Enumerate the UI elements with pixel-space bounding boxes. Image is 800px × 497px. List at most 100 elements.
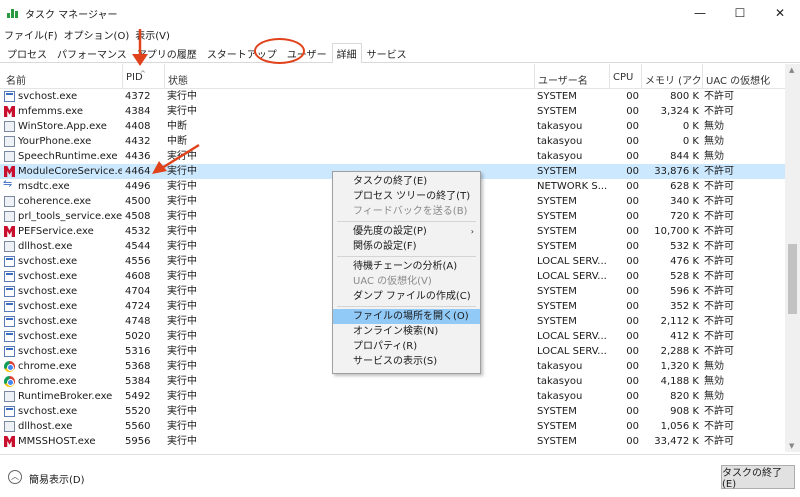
title-bar: タスク マネージャー — ☐ ✕ — [0, 0, 800, 26]
process-user: takasyou — [537, 151, 583, 162]
table-row[interactable]: dllhost.exe 5560 実行中 SYSTEM 00 1,056 K 不許可 — [0, 419, 785, 434]
process-cpu: 00 — [626, 346, 639, 357]
column-header-status[interactable]: 状態 — [164, 64, 534, 89]
mcafee-icon — [4, 436, 15, 447]
process-pid: 4532 — [125, 226, 151, 237]
process-user: SYSTEM — [537, 211, 577, 222]
process-user: takasyou — [537, 376, 583, 387]
table-row[interactable]: RuntimeBroker.exe 5492 実行中 takasyou 00 820 K 無… — [0, 389, 785, 404]
process-uac: 不許可 — [704, 256, 734, 267]
service-host-icon — [4, 271, 15, 282]
process-user: SYSTEM — [537, 301, 577, 312]
process-user: takasyou — [537, 136, 583, 147]
scroll-down-icon[interactable]: ▼ — [789, 442, 794, 450]
process-pid: 4496 — [125, 181, 151, 192]
process-cpu: 00 — [626, 271, 639, 282]
process-user: SYSTEM — [537, 166, 577, 177]
minimize-button[interactable]: — — [680, 0, 720, 26]
context-menu-label: 優先度の設定(P) — [353, 226, 427, 237]
process-memory: 820 K — [670, 391, 699, 402]
process-user: takasyou — [537, 361, 583, 372]
process-user: NETWORK S... — [537, 181, 607, 192]
process-status: 実行中 — [167, 256, 197, 267]
process-uac: 無効 — [704, 136, 724, 147]
process-cpu: 00 — [626, 256, 639, 267]
column-header-uac[interactable]: UAC の仮想化 — [702, 64, 785, 89]
process-memory: 3,324 K — [660, 106, 699, 117]
process-status: 実行中 — [167, 196, 197, 207]
table-row[interactable]: WinStore.App.exe 4408 中断 takasyou 00 0 K 無効 — [0, 119, 785, 134]
process-status: 実行中 — [167, 271, 197, 282]
application-icon — [4, 151, 15, 162]
context-menu-item[interactable]: 関係の設定(F) — [333, 239, 480, 254]
process-user: LOCAL SERV... — [537, 346, 607, 357]
table-row[interactable]: SpeechRuntime.exe4436実行中takasyou00844 K無… — [0, 149, 785, 164]
tab-services[interactable]: サービス — [362, 43, 412, 62]
context-menu-item[interactable]: サービスの表示(S) — [333, 354, 480, 369]
tab-performance[interactable]: パフォーマンス — [52, 43, 132, 62]
application-icon — [4, 136, 15, 147]
context-menu-item[interactable]: 優先度の設定(P) › — [333, 224, 480, 239]
menu-options[interactable]: オプション(O) — [64, 27, 130, 42]
column-header-name[interactable]: 名前 — [6, 72, 26, 87]
context-menu-item[interactable]: オンライン検索(N) — [333, 324, 480, 339]
annotation-arrow-down-icon — [132, 29, 148, 66]
context-menu-item[interactable]: ダンプ ファイルの作成(C) — [333, 289, 480, 304]
chevron-up-icon[interactable]: ︿ — [8, 470, 22, 484]
process-cpu: 00 — [626, 166, 639, 177]
column-header-memory[interactable]: メモリ (アクテ... — [641, 64, 702, 89]
process-memory: 340 K — [670, 196, 699, 207]
scroll-up-icon[interactable]: ▲ — [789, 66, 794, 74]
process-status: 実行中 — [167, 241, 197, 252]
application-icon — [4, 211, 15, 222]
tab-details[interactable]: 詳細 — [331, 43, 362, 63]
table-row[interactable]: mfemms.exe 4384 実行中 SYSTEM 00 3,324 K 不許可 — [0, 104, 785, 119]
table-row[interactable]: YourPhone.exe 4432 中断 takasyou 00 0 K 無効 — [0, 134, 785, 149]
process-pid: 4508 — [125, 211, 151, 222]
process-cpu: 00 — [626, 226, 639, 237]
process-uac: 無効 — [704, 151, 724, 162]
context-menu-label: オンライン検索(N) — [353, 326, 439, 337]
context-menu-item[interactable]: プロセス ツリーの終了(T) — [333, 189, 480, 204]
process-uac: 不許可 — [704, 106, 734, 117]
context-menu-item: UAC の仮想化(V) — [333, 274, 480, 289]
application-icon — [4, 241, 15, 252]
process-memory: 412 K — [670, 331, 699, 342]
service-host-icon — [4, 316, 15, 327]
context-menu-label: UAC の仮想化(V) — [353, 276, 432, 287]
process-pid: 5384 — [125, 376, 151, 387]
process-uac: 不許可 — [704, 91, 734, 102]
table-row[interactable]: svchost.exe 4372 実行中 SYSTEM 00 800 K 不許可 — [0, 89, 785, 104]
vertical-scrollbar[interactable]: ▲ ▼ — [785, 64, 800, 452]
context-menu-item[interactable]: プロパティ(R) — [333, 339, 480, 354]
process-cpu: 00 — [626, 196, 639, 207]
column-header-cpu[interactable]: CPU — [609, 64, 641, 89]
context-menu-item[interactable]: ファイルの場所を開く(O) — [333, 309, 480, 324]
tab-processes[interactable]: プロセス — [2, 43, 52, 62]
menu-separator — [337, 306, 476, 307]
process-pid: 4608 — [125, 271, 151, 282]
menu-file[interactable]: ファイル(F) — [4, 27, 58, 42]
close-button[interactable]: ✕ — [760, 0, 800, 26]
table-row[interactable]: chrome.exe 5384 実行中 takasyou 00 4,188 K 無効 — [0, 374, 785, 389]
end-task-button[interactable]: タスクの終了(E) — [721, 465, 795, 490]
process-user: takasyou — [537, 391, 583, 402]
table-row[interactable]: MMSSHOST.exe 5956 実行中 SYSTEM 00 33,472 K 不許可 — [0, 434, 785, 449]
process-uac: 不許可 — [704, 166, 734, 177]
column-header-user[interactable]: ユーザー名 — [534, 64, 609, 89]
context-menu-item[interactable]: 待機チェーンの分析(A) — [333, 259, 480, 274]
mcafee-icon — [4, 106, 15, 117]
process-name: WinStore.App.exe — [18, 121, 107, 132]
maximize-button[interactable]: ☐ — [720, 0, 760, 26]
application-icon — [4, 391, 15, 402]
table-row[interactable]: svchost.exe 5520 実行中 SYSTEM 00 908 K 不許可 — [0, 404, 785, 419]
process-uac: 不許可 — [704, 301, 734, 312]
context-menu-item[interactable]: タスクの終了(E) — [333, 174, 480, 189]
fewer-details-link[interactable]: 簡易表示(D) — [29, 471, 85, 486]
service-host-icon — [4, 346, 15, 357]
footer-bar: ︿ 簡易表示(D) タスクの終了(E) — [0, 454, 800, 497]
process-status: 実行中 — [167, 346, 197, 357]
process-status: 実行中 — [167, 181, 197, 192]
process-status: 実行中 — [167, 391, 197, 402]
scroll-thumb[interactable] — [788, 244, 797, 314]
